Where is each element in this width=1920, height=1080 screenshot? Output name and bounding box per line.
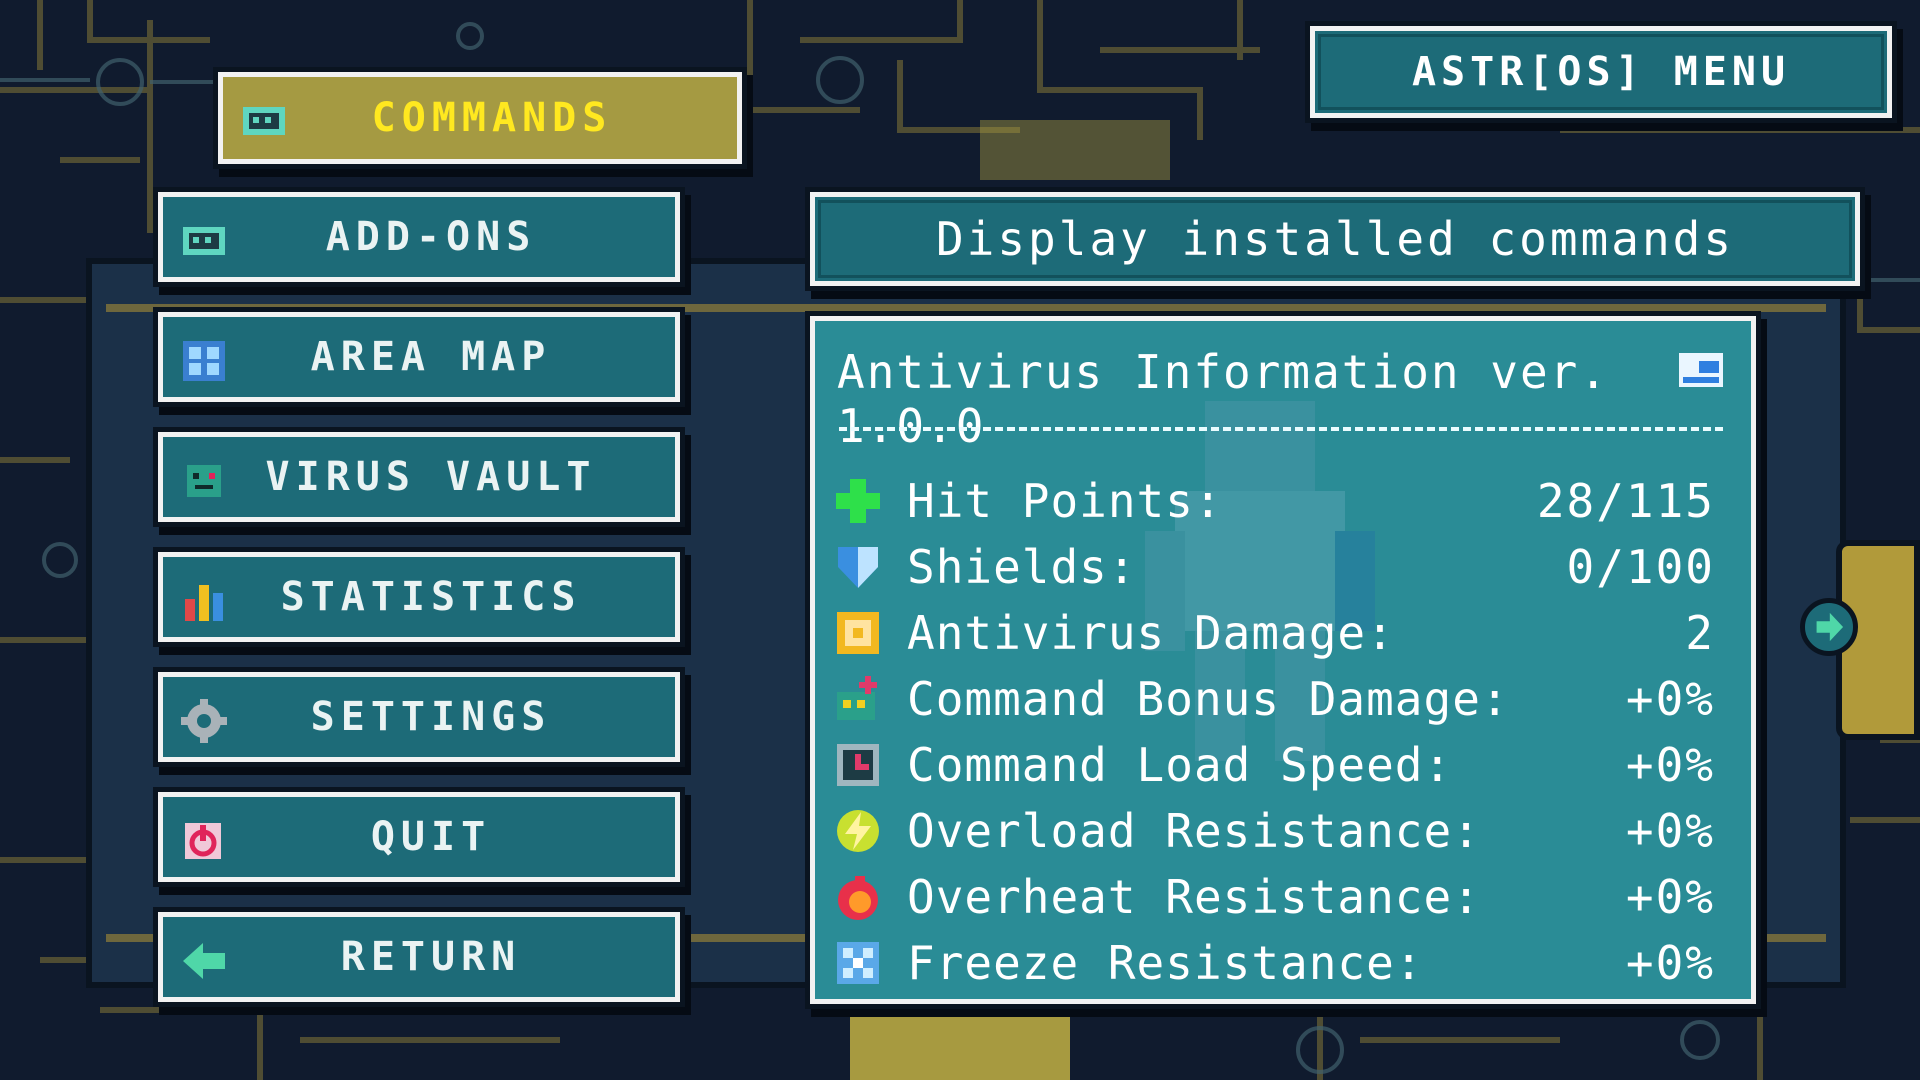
next-page-arrow-icon[interactable] xyxy=(1800,598,1858,656)
stat-row-antivirus-damage: Antivirus Damage: 2 xyxy=(833,603,1715,663)
menu-item-virus-vault[interactable]: VIRUS VAULT xyxy=(158,432,680,522)
stat-value: +0% xyxy=(1625,672,1715,726)
stat-row-overheat-resistance: Overheat Resistance: +0% xyxy=(833,867,1715,927)
menu-item-label: STATISTICS xyxy=(280,574,582,620)
stat-label: Overload Resistance: xyxy=(907,804,1481,858)
stat-row-command-bonus-damage: Command Bonus Damage: +0% xyxy=(833,669,1715,729)
target-icon xyxy=(837,612,879,654)
stat-row-shields: Shields: 0/100 xyxy=(833,537,1715,597)
menu-item-statistics[interactable]: STATISTICS xyxy=(158,552,680,642)
menu-item-label: ADD-ONS xyxy=(325,214,537,260)
stat-value: 28/115 xyxy=(1536,474,1715,528)
shield-icon xyxy=(838,547,878,588)
stat-value: 2 xyxy=(1685,606,1715,660)
stat-row-freeze-resistance: Freeze Resistance: +0% xyxy=(833,933,1715,993)
description-bar: Display installed commands xyxy=(810,192,1860,286)
menu-title: ASTR[OS] MENU xyxy=(1310,26,1892,118)
menu-item-label: COMMANDS xyxy=(371,95,613,141)
folder-icon[interactable] xyxy=(1677,347,1725,389)
stat-label: Overheat Resistance: xyxy=(907,870,1481,924)
menu-item-settings[interactable]: SETTINGS xyxy=(158,672,680,762)
menu-item-quit[interactable]: QUIT xyxy=(158,792,680,882)
stat-row-command-load-speed: Command Load Speed: +0% xyxy=(833,735,1715,795)
game-menu-screen: ASTR[OS] MENU COMMANDS ADD-ONS AREA MAP xyxy=(0,0,1920,1080)
load-speed-icon xyxy=(837,744,879,786)
stat-value: +0% xyxy=(1625,804,1715,858)
description-text: Display installed commands xyxy=(935,212,1735,266)
stat-label: Command Load Speed: xyxy=(907,738,1453,792)
stat-row-hit-points: Hit Points: 28/115 xyxy=(833,471,1715,531)
stat-value: 0/100 xyxy=(1566,540,1715,594)
menu-title-text: ASTR[OS] MENU xyxy=(1411,49,1791,95)
stat-value: +0% xyxy=(1625,870,1715,924)
stat-label: Hit Points: xyxy=(907,474,1223,528)
stat-label: Antivirus Damage: xyxy=(907,606,1395,660)
stat-label: Freeze Resistance: xyxy=(907,936,1424,990)
menu-item-commands[interactable]: COMMANDS xyxy=(218,72,742,164)
menu-item-label: QUIT xyxy=(370,814,492,860)
antivirus-info-panel: Antivirus Information ver. 1.0.0 Hit Poi… xyxy=(810,316,1756,1004)
menu-item-label: VIRUS VAULT xyxy=(265,454,597,500)
info-divider xyxy=(839,427,1723,437)
stat-value: +0% xyxy=(1625,936,1715,990)
bonus-damage-icon xyxy=(837,676,877,720)
snowflake-icon xyxy=(837,942,879,984)
stat-value: +0% xyxy=(1625,738,1715,792)
menu-item-label: RETURN xyxy=(340,934,522,980)
lightning-icon xyxy=(837,810,879,852)
menu-item-label: AREA MAP xyxy=(310,334,552,380)
stat-label: Shields: xyxy=(907,540,1137,594)
fire-icon xyxy=(838,876,878,920)
health-cross-icon xyxy=(836,479,880,523)
stat-label: Command Bonus Damage: xyxy=(907,672,1510,726)
stat-row-overload-resistance: Overload Resistance: +0% xyxy=(833,801,1715,861)
menu-item-addons[interactable]: ADD-ONS xyxy=(158,192,680,282)
menu-item-return[interactable]: RETURN xyxy=(158,912,680,1002)
menu-item-label: SETTINGS xyxy=(310,694,552,740)
menu-item-area-map[interactable]: AREA MAP xyxy=(158,312,680,402)
